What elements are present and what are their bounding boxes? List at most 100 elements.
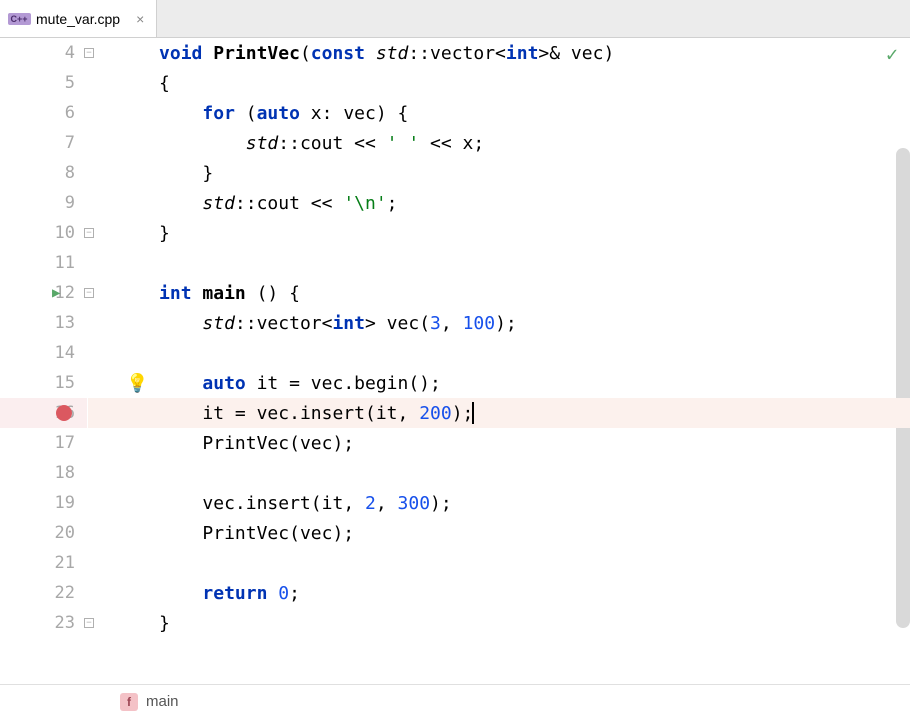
fold-close-icon[interactable]: − (84, 228, 94, 238)
close-tab-icon[interactable]: × (136, 11, 144, 27)
code-token: < (495, 43, 506, 64)
line-number: 11 (55, 253, 75, 273)
line-number: 22 (55, 583, 75, 603)
text-cursor (472, 402, 474, 424)
gutter-line[interactable]: 7 (0, 128, 87, 158)
code-line[interactable]: − void PrintVec(const std::vector<int>& … (88, 38, 910, 68)
code-token: << (343, 133, 386, 154)
code-line[interactable]: PrintVec(vec); (88, 518, 910, 548)
fold-close-icon[interactable]: − (84, 618, 94, 628)
gutter-line[interactable]: 12▶ (0, 278, 87, 308)
gutter-line[interactable]: 13 (0, 308, 87, 338)
gutter-line[interactable]: 10 (0, 218, 87, 248)
breadcrumb-bar: f main (0, 684, 910, 718)
gutter[interactable]: 4567 8 910 11 12▶13 14 15161718192021 22 23 (0, 38, 88, 684)
code-token: ; (289, 583, 300, 604)
code-token: () { (257, 283, 300, 304)
code-token: vec (300, 523, 333, 544)
code-token: ); (430, 493, 452, 514)
code-token: ) { (376, 103, 409, 124)
code-token: . (289, 403, 300, 424)
code-token: main (202, 283, 245, 304)
code-token: ( (289, 523, 300, 544)
intention-bulb-icon[interactable]: 💡 (126, 373, 148, 394)
gutter-line[interactable]: 11 (0, 248, 87, 278)
gutter-line[interactable]: 8 (0, 158, 87, 188)
code-line[interactable]: std::vector<int> vec(3, 100); (88, 308, 910, 338)
tab-filename: mute_var.cpp (36, 11, 120, 27)
cpp-file-icon: C++ (8, 10, 30, 28)
code-token: vec (311, 373, 344, 394)
code-line[interactable]: − } (88, 218, 910, 248)
code-token: '\n' (343, 193, 386, 214)
code-token: ( (419, 313, 430, 334)
code-token: cout (300, 133, 343, 154)
gutter-line[interactable]: 14 (0, 338, 87, 368)
code-token: PrintVec (213, 43, 300, 64)
code-line[interactable]: std::cout << '\n'; (88, 188, 910, 218)
gutter-line[interactable]: 19 (0, 488, 87, 518)
gutter-line[interactable]: 17 (0, 428, 87, 458)
code-line[interactable]: std::cout << ' ' << x; (88, 128, 910, 158)
gutter-line[interactable]: 4 (0, 38, 87, 68)
code-line[interactable] (88, 248, 910, 278)
fold-open-icon[interactable]: − (84, 48, 94, 58)
code-token: int (506, 43, 539, 64)
code-token: const (311, 43, 365, 64)
code-token: std (202, 313, 235, 334)
gutter-line[interactable]: 18 (0, 458, 87, 488)
code-line[interactable]: for (auto x: vec) { (88, 98, 910, 128)
code-token: } (159, 613, 170, 634)
line-number: 14 (55, 343, 75, 363)
gutter-line[interactable]: 20 (0, 518, 87, 548)
file-tab[interactable]: C++ mute_var.cpp × (0, 0, 157, 37)
code-area[interactable]: ✓ − void PrintVec(const std::vector<int>… (88, 38, 910, 684)
code-token: > (365, 313, 387, 334)
code-token: , (398, 403, 420, 424)
fold-open-icon[interactable]: − (84, 288, 94, 298)
code-line[interactable]: PrintVec(vec); (88, 428, 910, 458)
code-token: cout (257, 193, 300, 214)
code-line[interactable] (88, 548, 910, 578)
gutter-line[interactable]: 16 (0, 398, 87, 428)
code-token: return (202, 583, 267, 604)
code-token: ); (452, 403, 474, 424)
code-line[interactable]: { (88, 68, 910, 98)
code-line[interactable] (88, 338, 910, 368)
gutter-line[interactable]: 9 (0, 188, 87, 218)
gutter-line[interactable]: 5 (0, 68, 87, 98)
line-number: 23 (55, 613, 75, 633)
gutter-line[interactable]: 15 (0, 368, 87, 398)
code-line[interactable] (88, 458, 910, 488)
code-token: :: (235, 313, 257, 334)
code-token: : (322, 103, 344, 124)
code-token: , (343, 493, 365, 514)
code-line[interactable]: it = vec.insert(it, 200); (88, 398, 910, 428)
line-number: 8 (65, 163, 75, 183)
code-line[interactable]: − int main () { (88, 278, 910, 308)
gutter-line[interactable]: 21 (0, 548, 87, 578)
code-line[interactable]: − } (88, 608, 910, 638)
code-token: vector (430, 43, 495, 64)
code-line[interactable]: } (88, 158, 910, 188)
code-token: } (202, 163, 213, 184)
code-line[interactable]: return 0; (88, 578, 910, 608)
function-icon: f (120, 693, 138, 711)
code-token: int (159, 283, 192, 304)
code-line[interactable]: vec.insert(it, 2, 300); (88, 488, 910, 518)
code-token: ' ' (387, 133, 420, 154)
code-token: < (322, 313, 333, 334)
code-token: vec (257, 403, 290, 424)
code-token: void (159, 43, 202, 64)
breakpoint-icon[interactable] (56, 405, 72, 421)
code-token: :: (278, 133, 300, 154)
gutter-line[interactable]: 23 (0, 608, 87, 638)
code-token: vec (343, 103, 376, 124)
breadcrumb-item[interactable]: main (146, 693, 179, 710)
code-token: std (246, 133, 279, 154)
gutter-line[interactable]: 6 (0, 98, 87, 128)
code-token: << (419, 133, 462, 154)
gutter-line[interactable]: 22 (0, 578, 87, 608)
code-line[interactable]: 💡 auto it = vec.begin(); (88, 368, 910, 398)
run-icon[interactable]: ▶ (52, 285, 60, 301)
